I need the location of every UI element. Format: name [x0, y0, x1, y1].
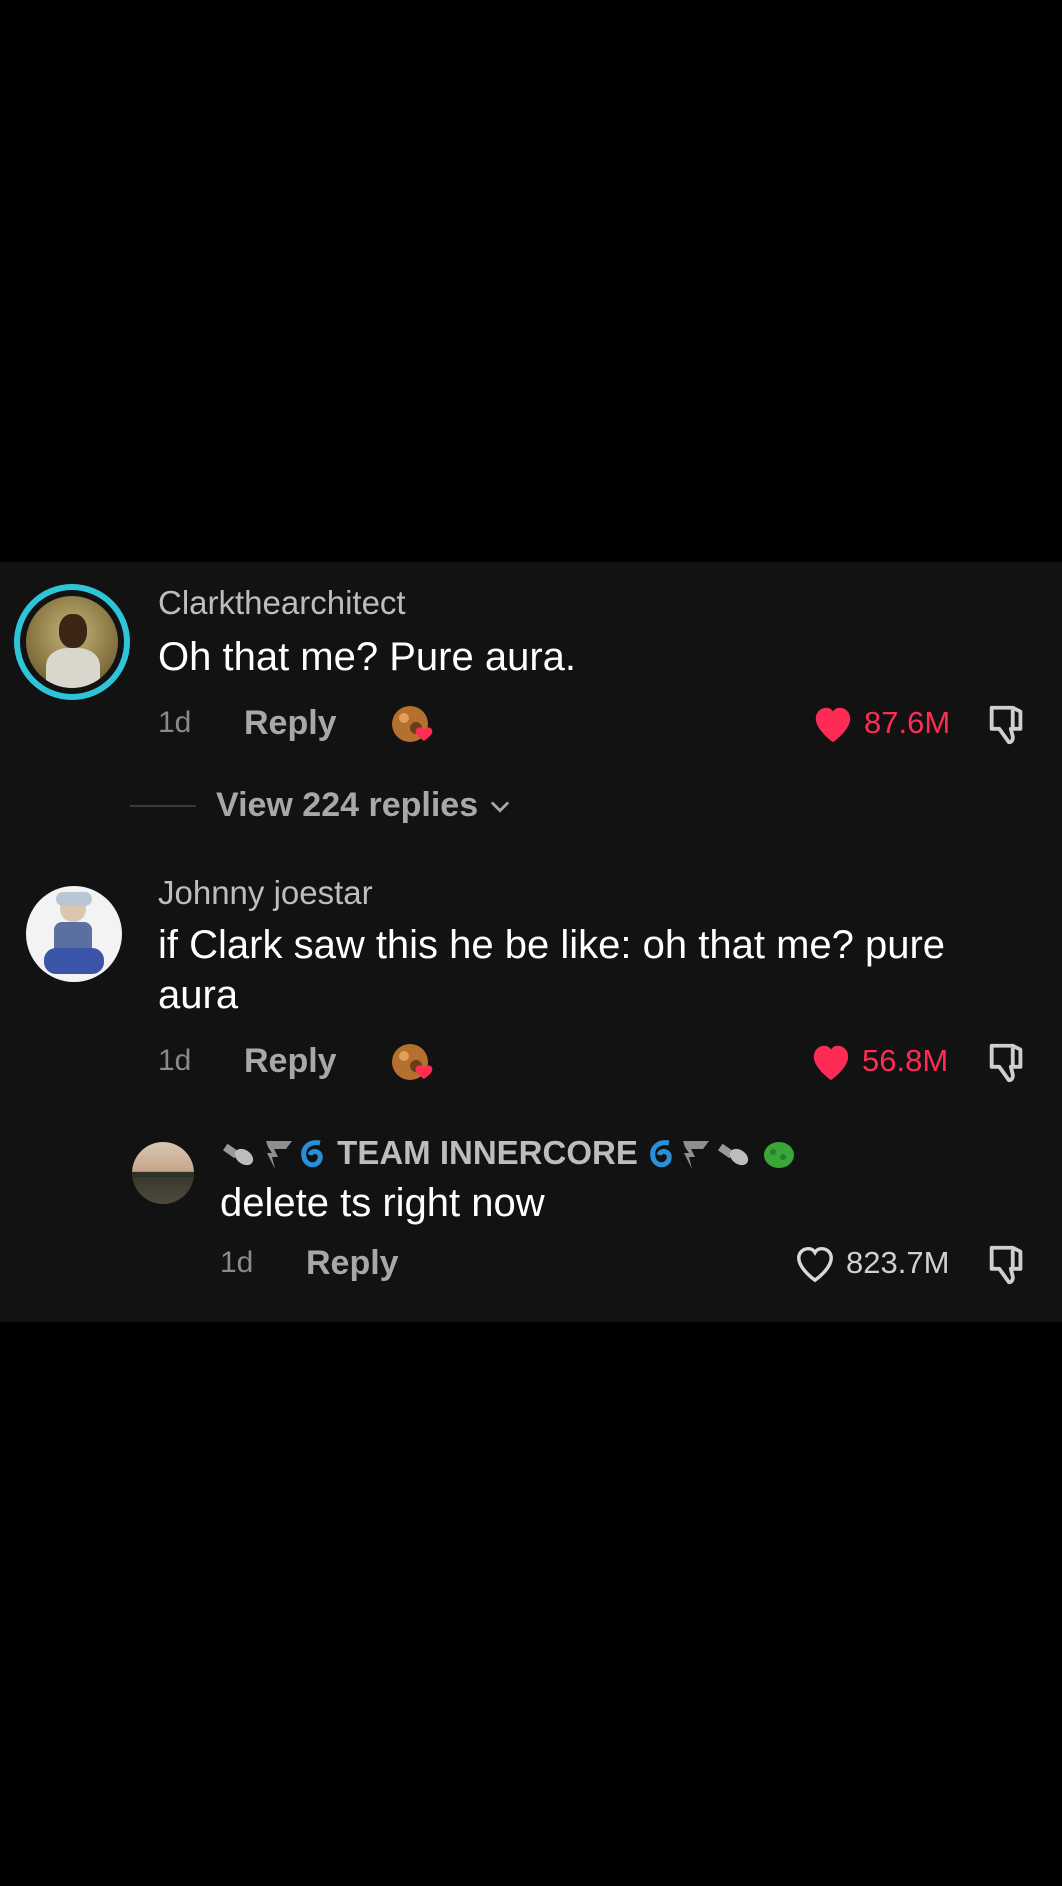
username-emoji-suffix	[647, 1137, 799, 1173]
comment-age: 1d	[158, 706, 192, 739]
reply-button[interactable]: Reply	[244, 704, 337, 743]
avatar-johnny-joestar[interactable]	[26, 886, 122, 982]
dislike-icon[interactable]	[984, 702, 1030, 748]
comment-username[interactable]: Johnny joestar	[158, 874, 373, 912]
comment-text: if Clark saw this he be like: oh that me…	[158, 923, 946, 1017]
heart-filled-icon	[815, 707, 851, 743]
turtle-icon	[764, 1142, 795, 1169]
like-count: 87.6M	[864, 705, 951, 740]
cyclone-icon	[650, 1140, 672, 1168]
reply-button[interactable]: Reply	[306, 1244, 399, 1283]
like-count: 56.8M	[862, 1043, 949, 1078]
dislike-icon[interactable]	[984, 1242, 1030, 1288]
username-emoji-prefix	[220, 1137, 328, 1173]
reply-text: delete ts right now	[220, 1181, 545, 1225]
comment-text: Oh that me? Pure aura.	[158, 635, 577, 679]
chevron-down-icon	[490, 801, 510, 813]
comments-panel: Clarkthearchitect Oh that me? Pure aura.…	[0, 562, 1062, 1322]
like-button[interactable]: 823.7M	[792, 1242, 949, 1284]
comment-age: 1d	[158, 1044, 192, 1077]
divider-line	[130, 804, 196, 807]
like-button[interactable]: 56.8M	[808, 1040, 948, 1082]
creator-liked-icon	[392, 1044, 433, 1080]
reply-username-text: TEAM INNERCORE	[337, 1134, 638, 1171]
view-replies-label: View 224 replies	[216, 786, 479, 824]
like-count: 823.7M	[846, 1245, 950, 1280]
tornado-icon	[683, 1141, 710, 1170]
reply-username[interactable]: TEAM INNERCORE	[220, 1134, 799, 1173]
heart-filled-icon	[813, 1045, 849, 1081]
like-button[interactable]: 87.6M	[810, 702, 950, 744]
comment-username[interactable]: Clarkthearchitect	[158, 584, 406, 622]
satellite-icon	[222, 1143, 254, 1166]
cyclone-icon	[301, 1140, 323, 1168]
reply-button[interactable]: Reply	[244, 1042, 337, 1081]
heart-outline-icon	[797, 1246, 833, 1283]
avatar-team-innercore[interactable]	[132, 1142, 194, 1204]
reply-age: 1d	[220, 1246, 254, 1279]
dislike-icon[interactable]	[984, 1040, 1030, 1086]
avatar-clarkthearchitect[interactable]	[14, 584, 130, 700]
satellite-icon	[718, 1143, 749, 1166]
view-replies-button[interactable]: View 224 replies	[130, 786, 514, 825]
creator-liked-icon	[392, 706, 433, 742]
tornado-icon	[266, 1141, 292, 1170]
